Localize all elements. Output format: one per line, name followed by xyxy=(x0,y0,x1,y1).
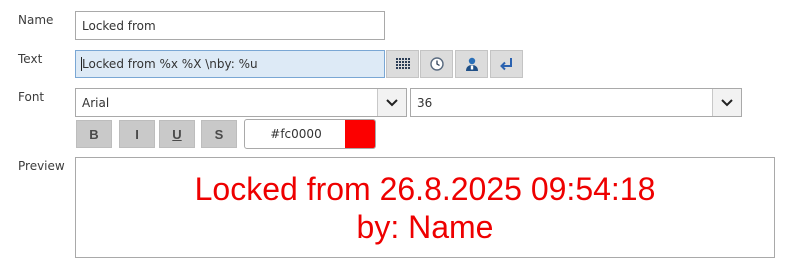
color-hex-value[interactable]: #fc0000 xyxy=(245,120,347,148)
bold-label: B xyxy=(89,126,99,142)
color-picker[interactable]: #fc0000 xyxy=(244,119,376,149)
user-icon xyxy=(465,57,478,71)
return-arrow-icon xyxy=(499,58,512,71)
preview-line-2: by: Name xyxy=(356,208,494,245)
color-swatch[interactable] xyxy=(345,120,375,148)
insert-newline-button[interactable] xyxy=(490,50,523,78)
text-input[interactable]: Locked from %x %X \nby: %u xyxy=(75,50,385,78)
bold-button[interactable]: B xyxy=(76,120,112,148)
font-label: Font xyxy=(18,90,45,104)
font-size-dropdown-arrow[interactable] xyxy=(712,89,741,116)
insert-time-button[interactable] xyxy=(420,50,453,78)
underline-label: U xyxy=(172,126,182,142)
underline-button[interactable]: U xyxy=(159,120,195,148)
insert-user-button[interactable] xyxy=(455,50,488,78)
font-family-dropdown-arrow[interactable] xyxy=(377,89,406,116)
insert-grid-button[interactable] xyxy=(386,50,419,78)
chevron-down-icon xyxy=(386,98,398,106)
name-input[interactable]: Locked from xyxy=(75,11,385,40)
font-size-value: 36 xyxy=(417,95,433,110)
italic-label: I xyxy=(135,126,139,142)
font-size-select[interactable]: 36 xyxy=(410,88,742,117)
font-family-value: Arial xyxy=(82,95,110,110)
text-label: Text xyxy=(18,52,43,66)
preview-line-1: Locked from 26.8.2025 09:54:18 xyxy=(194,170,656,207)
preview-label: Preview xyxy=(18,159,65,173)
text-input-value: Locked from %x %X \nby: %u xyxy=(82,57,258,71)
chevron-down-icon xyxy=(721,98,733,106)
italic-button[interactable]: I xyxy=(119,120,155,148)
name-label: Name xyxy=(18,13,54,27)
strikethrough-label: S xyxy=(214,126,224,142)
name-input-value: Locked from xyxy=(82,18,156,33)
font-family-select[interactable]: Arial xyxy=(75,88,407,117)
strikethrough-button[interactable]: S xyxy=(201,120,237,148)
grid-icon xyxy=(395,58,410,69)
preview-box: Locked from 26.8.2025 09:54:18 by: Name xyxy=(75,157,775,258)
clock-icon xyxy=(429,57,444,71)
